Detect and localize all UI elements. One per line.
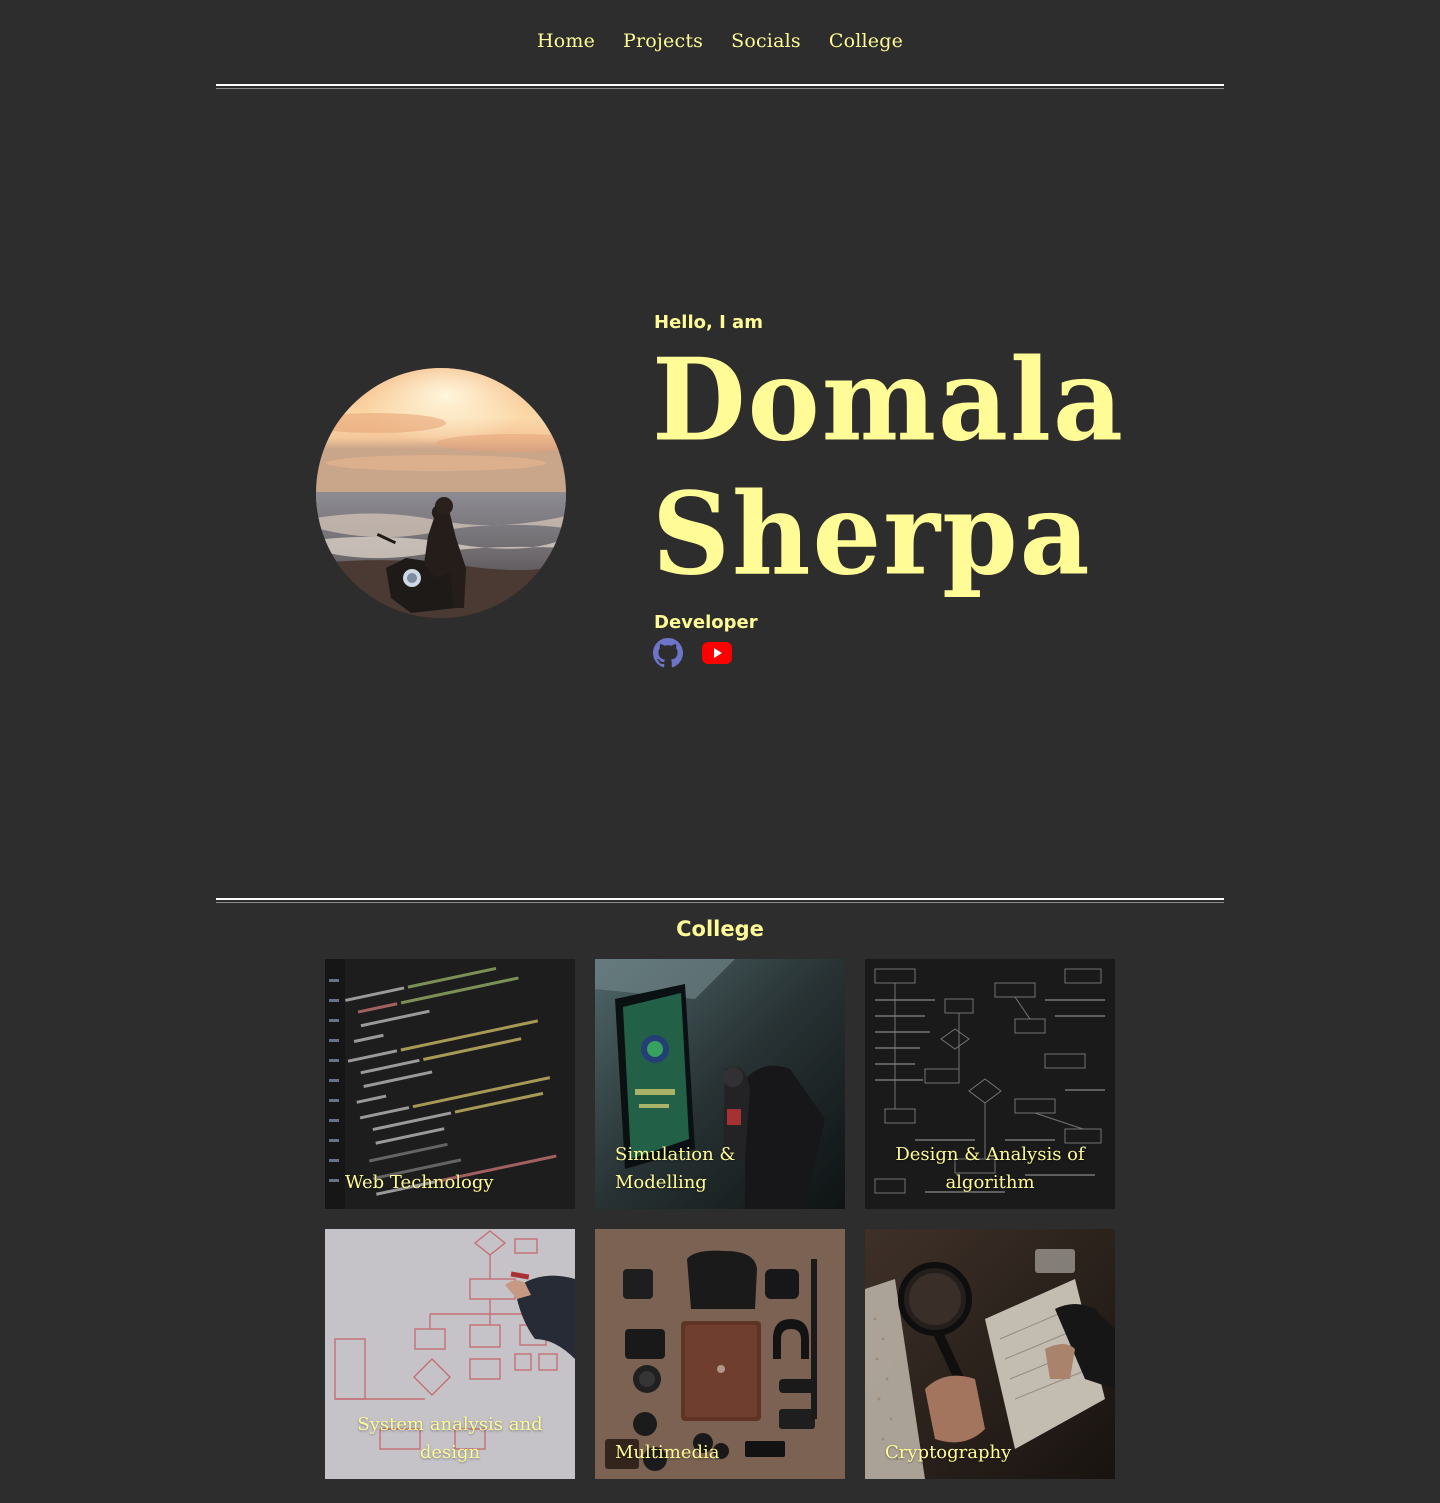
profile-photo	[316, 368, 566, 618]
course-label: Simulation & Modelling	[615, 1144, 736, 1193]
nav-projects-link[interactable]: Projects	[623, 30, 703, 52]
hero-first-name: Domala	[652, 334, 1125, 467]
hero-role: Developer	[654, 612, 758, 633]
course-card-design-analysis-algorithm[interactable]: Design & Analysis of algorithm	[865, 959, 1115, 1209]
youtube-icon	[702, 642, 732, 664]
nav-divider	[216, 84, 1224, 89]
nav-home-link[interactable]: Home	[537, 30, 595, 52]
course-card-cryptography[interactable]: Cryptography	[865, 1229, 1115, 1479]
course-label: Multimedia	[615, 1442, 720, 1463]
top-nav: Home Projects Socials College	[0, 0, 1440, 84]
nav-college-link[interactable]: College	[829, 30, 903, 52]
hero-last-name: Sherpa	[652, 468, 1092, 601]
course-label: Web Technology	[345, 1172, 494, 1193]
youtube-link[interactable]	[701, 638, 733, 668]
section-divider	[216, 898, 1224, 903]
course-card-web-technology[interactable]: Web Technology	[325, 959, 575, 1209]
course-card-multimedia[interactable]: Multimedia	[595, 1229, 845, 1479]
course-label: Cryptography	[885, 1442, 1012, 1463]
course-card-simulation-modelling[interactable]: Simulation & Modelling	[595, 959, 845, 1209]
course-card-system-analysis-design[interactable]: System analysis and design	[325, 1229, 575, 1479]
nav-socials-link[interactable]: Socials	[731, 30, 801, 52]
course-label: Design & Analysis of algorithm	[895, 1144, 1085, 1193]
github-icon	[653, 638, 683, 668]
hero-greeting: Hello, I am	[654, 312, 763, 333]
github-link[interactable]	[653, 638, 683, 668]
course-label: System analysis and design	[357, 1414, 543, 1463]
college-section-title: College	[676, 917, 764, 941]
